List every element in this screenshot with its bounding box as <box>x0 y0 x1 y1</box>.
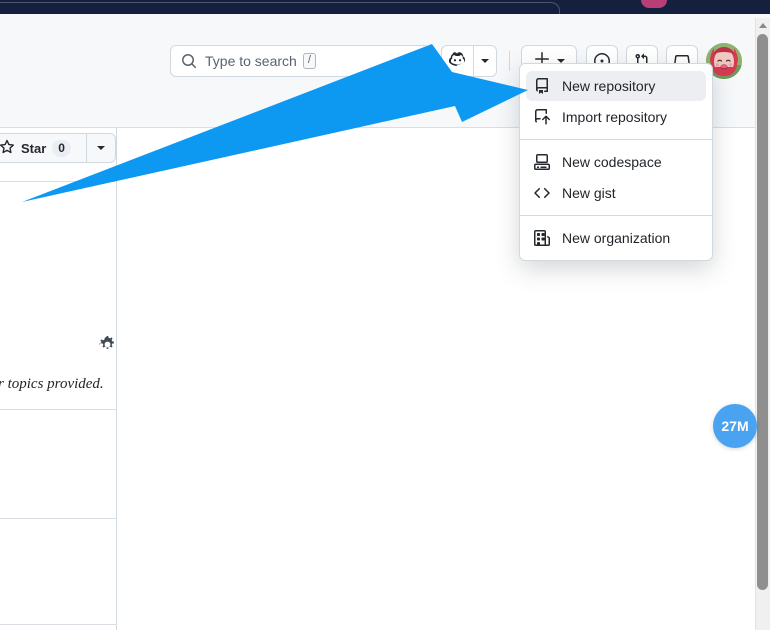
codespaces-icon <box>534 154 550 170</box>
panel-divider <box>0 409 117 410</box>
menu-item-label: New codespace <box>562 154 662 170</box>
menu-item-new-gist[interactable]: New gist <box>526 178 706 208</box>
triangle-up-icon <box>759 23 767 28</box>
menu-item-new-repository[interactable]: New repository <box>526 71 706 101</box>
topics-description: r topics provided. <box>0 376 118 393</box>
scrollbar-up-button[interactable] <box>755 18 770 32</box>
copilot-dropdown-button[interactable] <box>474 46 496 76</box>
search-placeholder-text: Type to search <box>205 53 297 69</box>
star-dropdown-button[interactable] <box>87 134 115 162</box>
screen-root: Type to search / <box>0 0 770 630</box>
repo-push-icon <box>534 109 550 125</box>
menu-item-import-repository[interactable]: Import repository <box>526 102 706 132</box>
chevron-down-icon <box>481 59 489 63</box>
floating-badge-label: 27M <box>721 418 748 434</box>
menu-item-label: New gist <box>562 185 616 201</box>
menu-item-new-organization[interactable]: New organization <box>526 223 706 253</box>
copilot-button-group[interactable] <box>441 45 497 77</box>
star-icon <box>0 139 15 158</box>
search-input[interactable]: Type to search / <box>170 45 430 77</box>
copilot-icon <box>449 50 466 72</box>
menu-item-label: Import repository <box>562 109 667 125</box>
search-shortcut-key: / <box>303 53 316 69</box>
browser-chrome-accent <box>641 0 667 8</box>
star-button-label: Star <box>21 141 46 156</box>
floating-badge[interactable]: 27M <box>713 404 757 448</box>
repo-icon <box>534 78 550 94</box>
panel-divider <box>0 624 117 625</box>
star-button[interactable]: Star 0 <box>0 134 86 162</box>
search-placeholder: Type to search / <box>205 53 316 69</box>
star-button-group[interactable]: Star 0 <box>0 133 116 163</box>
chevron-down-icon <box>97 146 105 150</box>
search-icon <box>181 53 197 69</box>
gear-icon[interactable] <box>99 336 116 358</box>
panel-divider <box>0 181 117 182</box>
menu-divider <box>520 139 712 140</box>
menu-item-label: New repository <box>562 78 655 94</box>
browser-chrome <box>0 0 770 14</box>
code-icon <box>534 185 550 201</box>
panel-divider <box>0 518 117 519</box>
scrollbar-thumb[interactable] <box>757 34 768 590</box>
star-count: 0 <box>52 140 71 157</box>
menu-item-new-codespace[interactable]: New codespace <box>526 147 706 177</box>
header-separator <box>509 51 510 71</box>
organization-icon <box>534 230 550 246</box>
copilot-button[interactable] <box>442 46 473 76</box>
menu-divider <box>520 215 712 216</box>
create-new-menu: New repository Import repository New cod… <box>519 63 713 261</box>
menu-item-label: New organization <box>562 230 670 246</box>
repo-left-panel: r topics provided. <box>0 128 117 630</box>
